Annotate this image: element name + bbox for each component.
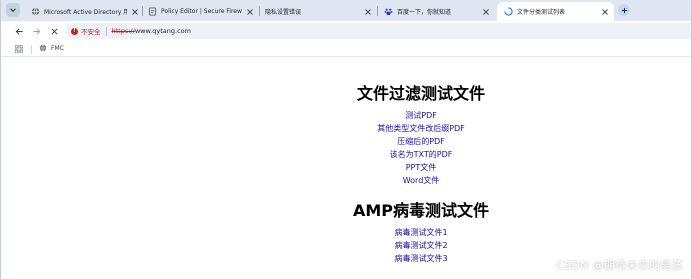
- url-scheme: https://: [111, 27, 135, 35]
- bookmark-fmc[interactable]: FMC: [39, 44, 64, 52]
- globe-icon: [31, 7, 40, 16]
- file-filter-heading: 文件过滤测试文件: [356, 84, 485, 103]
- back-button[interactable]: [13, 25, 25, 37]
- tab-title: 文件分类测试列表: [517, 9, 566, 16]
- browser-window: Microsoft Active Directory 用 Policy Edit…: [0, 0, 692, 279]
- tab-title: 隐私设置错误: [265, 9, 302, 16]
- tab-title: Policy Editor | Secure Firewall: [161, 8, 242, 15]
- link-virus-file-1[interactable]: 病毒测试文件1: [1, 227, 692, 238]
- arrow-left-icon: [15, 27, 23, 35]
- amp-virus-heading: AMP病毒测试文件: [352, 201, 490, 220]
- plus-icon: [621, 7, 627, 13]
- tab-strip: Microsoft Active Directory 用 Policy Edit…: [1, 0, 691, 21]
- close-icon[interactable]: [363, 7, 372, 16]
- close-icon: [50, 27, 58, 35]
- address-bar[interactable]: ! 不安全 https:// www.qytang.com: [66, 23, 691, 39]
- bookmarks-bar: FMC: [1, 41, 691, 57]
- forward-button[interactable]: [30, 25, 42, 37]
- divider: [105, 26, 107, 36]
- page-content: 文件过滤测试文件 测试PDF 其他类型文件改后缀PDF 压缩后的PDF 该名为T…: [1, 58, 691, 279]
- loading-spinner-icon: [504, 7, 513, 16]
- tab-active-directory[interactable]: Microsoft Active Directory 用: [24, 2, 144, 21]
- divider: [31, 45, 32, 54]
- link-virus-file-2[interactable]: 病毒测试文件2: [1, 240, 692, 251]
- close-icon[interactable]: [130, 7, 139, 16]
- toolbar: ! 不安全 https:// www.qytang.com: [1, 21, 691, 41]
- link-renamed-pdf[interactable]: 其他类型文件改后缀PDF: [1, 123, 692, 134]
- stop-loading-button[interactable]: [48, 25, 60, 37]
- link-txt-pdf[interactable]: 该名为TXT的PDF: [1, 149, 692, 160]
- warning-icon: !: [71, 27, 78, 35]
- close-icon[interactable]: [481, 7, 490, 16]
- apps-grid-icon[interactable]: [15, 45, 23, 53]
- watermark: CSDN @期待未来的男孩: [556, 259, 683, 272]
- close-icon[interactable]: [245, 7, 254, 16]
- bookmark-label: FMC: [51, 44, 64, 52]
- tab-title: Microsoft Active Directory 用: [44, 9, 127, 16]
- globe-icon: [39, 44, 47, 52]
- tab-search-button[interactable]: [6, 3, 20, 17]
- chevron-down-icon: [10, 8, 16, 12]
- tab-file-classification[interactable]: 文件分类测试列表: [497, 2, 614, 21]
- link-ppt-file[interactable]: PPT文件: [1, 162, 692, 173]
- security-chip[interactable]: ! 不安全: [71, 26, 101, 36]
- link-word-file[interactable]: Word文件: [1, 175, 692, 186]
- baidu-paw-icon: [384, 7, 393, 16]
- security-label: 不安全: [81, 28, 101, 36]
- tab-title: 百度一下，你就知道: [397, 9, 452, 16]
- arrow-right-icon: [32, 27, 40, 35]
- tab-policy-editor[interactable]: Policy Editor | Secure Firewall: [141, 2, 259, 21]
- url-host: www.qytang.com: [134, 27, 191, 35]
- close-icon[interactable]: [600, 7, 609, 16]
- link-compressed-pdf[interactable]: 压缩后的PDF: [1, 136, 692, 147]
- new-tab-button[interactable]: [618, 4, 630, 16]
- link-test-pdf[interactable]: 测试PDF: [1, 110, 692, 121]
- policy-page-icon: [148, 7, 157, 16]
- tab-privacy-error[interactable]: 隐私设置错误: [259, 2, 377, 21]
- tab-baidu[interactable]: 百度一下，你就知道: [377, 2, 495, 21]
